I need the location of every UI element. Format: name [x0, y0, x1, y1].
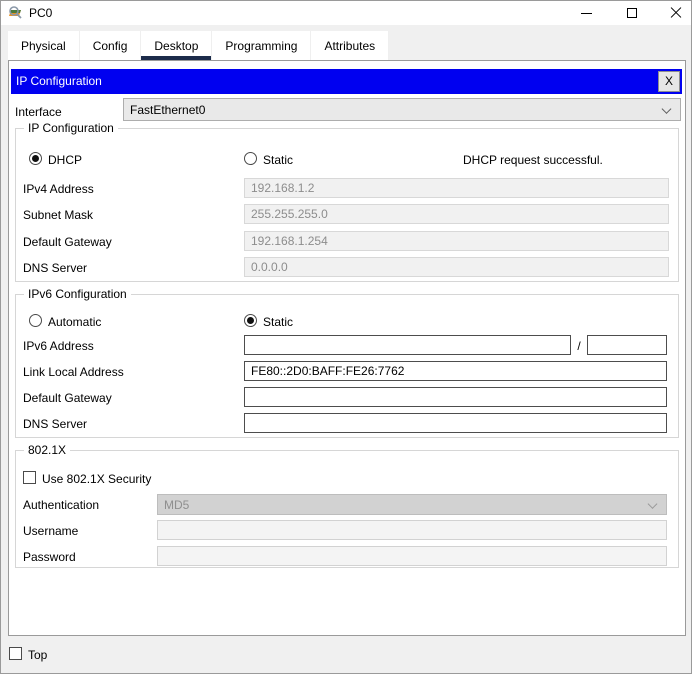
ipv6-static-radio[interactable]	[244, 314, 257, 327]
tab-attributes[interactable]: Attributes	[311, 31, 390, 60]
ipv4-address-input[interactable]	[244, 178, 669, 198]
pc0-window: PC0 Physical Config Desktop Programming …	[0, 0, 692, 674]
window-titlebar: PC0	[1, 1, 691, 25]
use-dot1x-security-checkbox[interactable]	[23, 471, 36, 484]
username-label: Username	[23, 524, 79, 538]
ipv4-address-label: IPv4 Address	[23, 182, 94, 196]
ipv6-automatic-radio-label: Automatic	[48, 315, 102, 329]
packet-tracer-app-icon	[9, 6, 22, 19]
dhcp-radio[interactable]	[29, 152, 42, 165]
dhcp-radio-label: DHCP	[48, 153, 83, 167]
minimize-button[interactable]	[571, 1, 601, 25]
ipv6-default-gateway-input[interactable]	[244, 387, 667, 407]
interface-select[interactable]: FastEthernet0	[123, 98, 681, 121]
tab-desktop[interactable]: Desktop	[141, 31, 213, 60]
password-input[interactable]	[157, 546, 667, 566]
subnet-mask-label: Subnet Mask	[23, 208, 94, 222]
ipv4-dns-server-input[interactable]	[244, 257, 669, 277]
ipv6-dns-server-input[interactable]	[244, 413, 667, 433]
authentication-label: Authentication	[23, 498, 100, 512]
authentication-select-value: MD5	[164, 497, 190, 512]
chevron-down-icon	[647, 498, 658, 509]
subnet-mask-input[interactable]	[244, 204, 669, 224]
dialog-close-button[interactable]: X	[658, 71, 680, 92]
chevron-down-icon	[661, 103, 672, 114]
tab-config[interactable]: Config	[79, 31, 142, 60]
tab-programming[interactable]: Programming	[212, 31, 312, 60]
ipv6-address-input[interactable]	[244, 335, 571, 355]
ip-configuration-legend: IP Configuration	[24, 121, 118, 136]
ipv6-dns-server-label: DNS Server	[23, 417, 88, 431]
interface-label: Interface	[15, 105, 62, 119]
close-button[interactable]	[661, 1, 691, 25]
ipv6-address-label: IPv6 Address	[23, 339, 94, 353]
ipv4-static-radio[interactable]	[244, 152, 257, 165]
tab-bar: Physical Config Desktop Programming Attr…	[8, 31, 390, 60]
dhcp-status-text: DHCP request successful.	[463, 153, 603, 167]
ipv6-automatic-radio[interactable]	[29, 314, 42, 327]
tab-physical[interactable]: Physical	[8, 31, 80, 60]
use-dot1x-security-label: Use 802.1X Security	[42, 472, 152, 486]
link-local-address-input[interactable]	[244, 361, 667, 381]
maximize-icon	[627, 8, 637, 18]
top-checkbox[interactable]	[9, 647, 22, 660]
ipv4-default-gateway-input[interactable]	[244, 231, 669, 251]
dialog-title: IP Configuration	[16, 74, 102, 88]
maximize-button[interactable]	[617, 1, 647, 25]
ipv6-static-radio-label: Static	[263, 315, 294, 329]
ipv6-prefix-input[interactable]	[587, 335, 667, 355]
interface-select-value: FastEthernet0	[130, 102, 206, 117]
ipv4-default-gateway-label: Default Gateway	[23, 235, 112, 249]
dot1x-legend: 802.1X	[24, 443, 71, 458]
username-input[interactable]	[157, 520, 667, 540]
link-local-address-label: Link Local Address	[23, 365, 124, 379]
ipv6-prefix-separator: /	[577, 339, 581, 353]
password-label: Password	[23, 550, 76, 564]
window-title: PC0	[29, 6, 53, 20]
ipv4-static-radio-label: Static	[263, 153, 294, 167]
ipv6-configuration-legend: IPv6 Configuration	[24, 287, 131, 302]
close-icon	[670, 7, 682, 19]
ipv4-dns-server-label: DNS Server	[23, 261, 88, 275]
ip-configuration-dialog-header: IP Configuration X	[11, 69, 682, 94]
top-checkbox-label: Top	[28, 648, 48, 662]
authentication-select[interactable]: MD5	[157, 494, 667, 515]
minimize-icon	[580, 12, 592, 14]
ipv6-default-gateway-label: Default Gateway	[23, 391, 112, 405]
